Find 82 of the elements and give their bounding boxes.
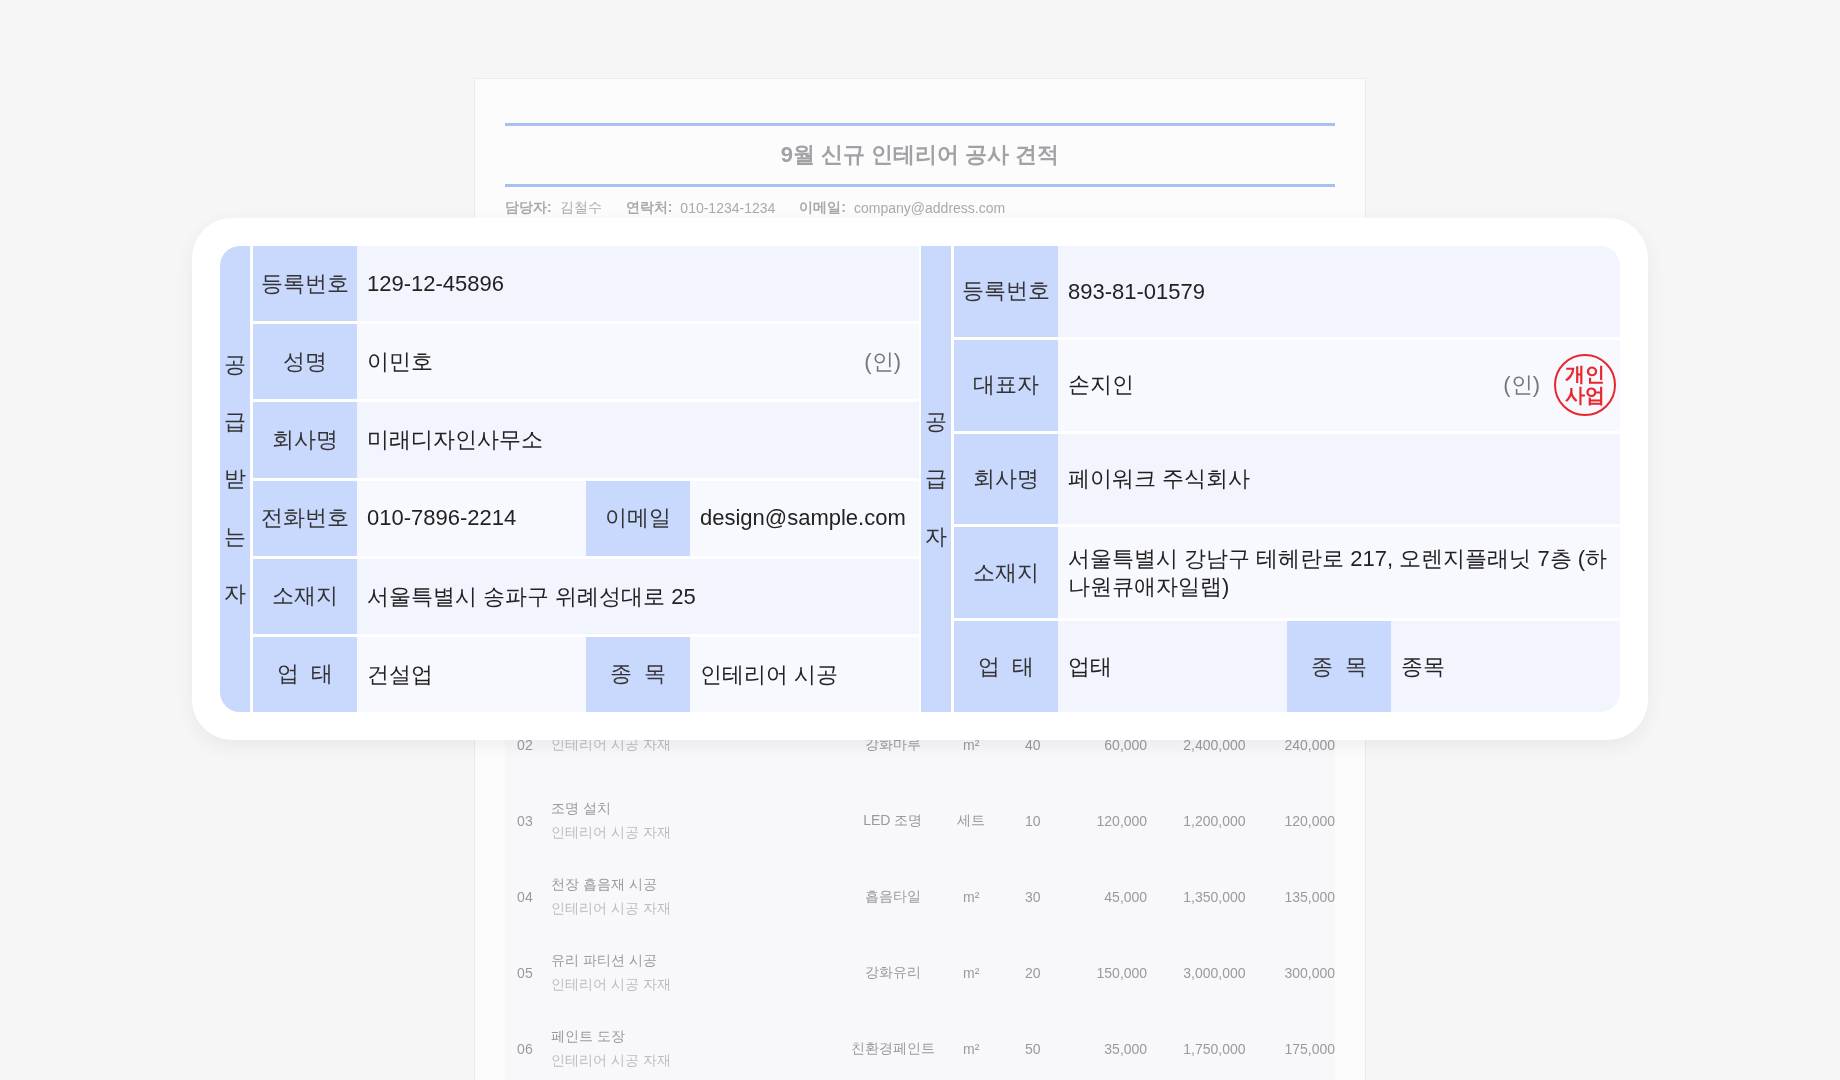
meta-value: company@address.com	[854, 199, 1006, 216]
field-text: 010-7896-2214	[367, 504, 518, 532]
field-label: 소재지	[954, 527, 1058, 619]
meta-label: 이메일:	[799, 198, 846, 217]
item-number: 03	[516, 813, 534, 829]
field-label: 종 목	[586, 636, 690, 712]
item-tax: 135,000	[1283, 889, 1335, 905]
item-price: 60,000	[1103, 737, 1148, 753]
seal-mark: (인)	[1503, 371, 1540, 400]
field-label: 대표자	[954, 339, 1058, 431]
item-amount: 2,400,000	[1182, 737, 1246, 753]
field-text: 서울특별시 송파구 위례성대로 25	[367, 582, 697, 610]
item-number: 04	[516, 889, 534, 905]
item-spec: 강화유리	[863, 964, 922, 982]
meta-value: 010-1234-1234	[680, 199, 776, 216]
item-number: 05	[516, 965, 534, 981]
field-label: 소재지	[253, 558, 357, 634]
item-amount: 1,750,000	[1182, 1041, 1246, 1057]
item-unit: m²	[962, 737, 981, 753]
item-name: 천장 흡음재 시공	[550, 876, 658, 894]
item-spec: LED 조명	[862, 812, 924, 830]
item-tax: 175,000	[1283, 1041, 1335, 1057]
field-text: 손지인	[1068, 371, 1135, 399]
item-name: 조명 설치	[550, 800, 612, 818]
item-amount: 3,000,000	[1182, 965, 1246, 981]
field-text: 서울특별시 강남구 테헤란로 217, 오렌지플래닛 7층 (하나원큐애자일랩)	[1068, 545, 1609, 601]
item-price: 150,000	[1095, 965, 1148, 981]
meta-label: 연락처:	[625, 198, 673, 217]
field-text: 이민호	[367, 348, 434, 376]
field-label: 업 태	[253, 636, 357, 712]
field-text: 건설업	[367, 660, 434, 689]
item-category: 인테리어 시공 자재	[550, 976, 672, 994]
field-label: 종 목	[1287, 621, 1391, 712]
field-text: 893-81-01579	[1068, 277, 1206, 306]
item-spec: 친환경페인트	[849, 1040, 936, 1058]
party-side-label: 공급자	[921, 246, 951, 712]
field-text: 미래디자인사무소	[367, 426, 544, 454]
item-price: 45,000	[1103, 889, 1148, 905]
field-text: 인테리어 시공	[700, 660, 840, 689]
meta-value: 김철수	[559, 198, 602, 217]
field-label: 회사명	[954, 433, 1058, 525]
field-label: 등록번호	[253, 246, 357, 322]
item-quantity: 40	[1024, 737, 1042, 753]
item-quantity: 10	[1024, 813, 1042, 829]
field-label: 이메일	[586, 480, 690, 556]
item-category: 인테리어 시공 자재	[550, 900, 672, 918]
item-quantity: 20	[1024, 965, 1042, 981]
field-label: 성명	[253, 324, 357, 400]
item-price: 35,000	[1103, 1041, 1148, 1057]
field-text: 종목	[1401, 652, 1446, 681]
field-text: 129-12-45896	[367, 269, 505, 298]
document-title: 9월 신규 인테리어 공사 견적	[779, 140, 1061, 169]
item-unit: m²	[962, 889, 981, 905]
field-label: 회사명	[253, 402, 357, 478]
item-quantity: 50	[1024, 1041, 1042, 1057]
seal-stamp: 개인 사업	[1554, 354, 1616, 417]
item-price: 120,000	[1095, 813, 1148, 829]
item-number: 02	[516, 737, 534, 753]
item-number: 06	[516, 1041, 534, 1057]
field-text: 페이워크 주식회사	[1068, 465, 1252, 493]
item-unit: m²	[962, 1041, 981, 1057]
party-side-label: 공급받는자	[220, 246, 250, 712]
item-amount: 1,350,000	[1182, 889, 1246, 905]
item-spec: 흡음타일	[863, 888, 922, 906]
item-unit: m²	[962, 965, 981, 981]
item-name: 유리 파티션 시공	[550, 952, 658, 970]
field-label: 업 태	[954, 621, 1058, 712]
field-text: design@sample.com	[700, 504, 907, 532]
item-category: 인테리어 시공 자재	[550, 1052, 672, 1070]
item-tax: 300,000	[1283, 965, 1335, 981]
seal-mark: (인)	[864, 347, 901, 376]
item-category: 인테리어 시공 자재	[550, 824, 672, 842]
item-amount: 1,200,000	[1182, 813, 1246, 829]
meta-label: 담당자:	[505, 198, 552, 217]
field-label: 등록번호	[954, 246, 1058, 337]
item-quantity: 30	[1024, 889, 1042, 905]
field-text: 업태	[1068, 652, 1113, 681]
item-unit: 세트	[956, 812, 987, 830]
field-label: 전화번호	[253, 480, 357, 556]
item-tax: 120,000	[1283, 813, 1335, 829]
item-tax: 240,000	[1283, 737, 1335, 753]
item-name: 페인트 도장	[550, 1028, 626, 1046]
